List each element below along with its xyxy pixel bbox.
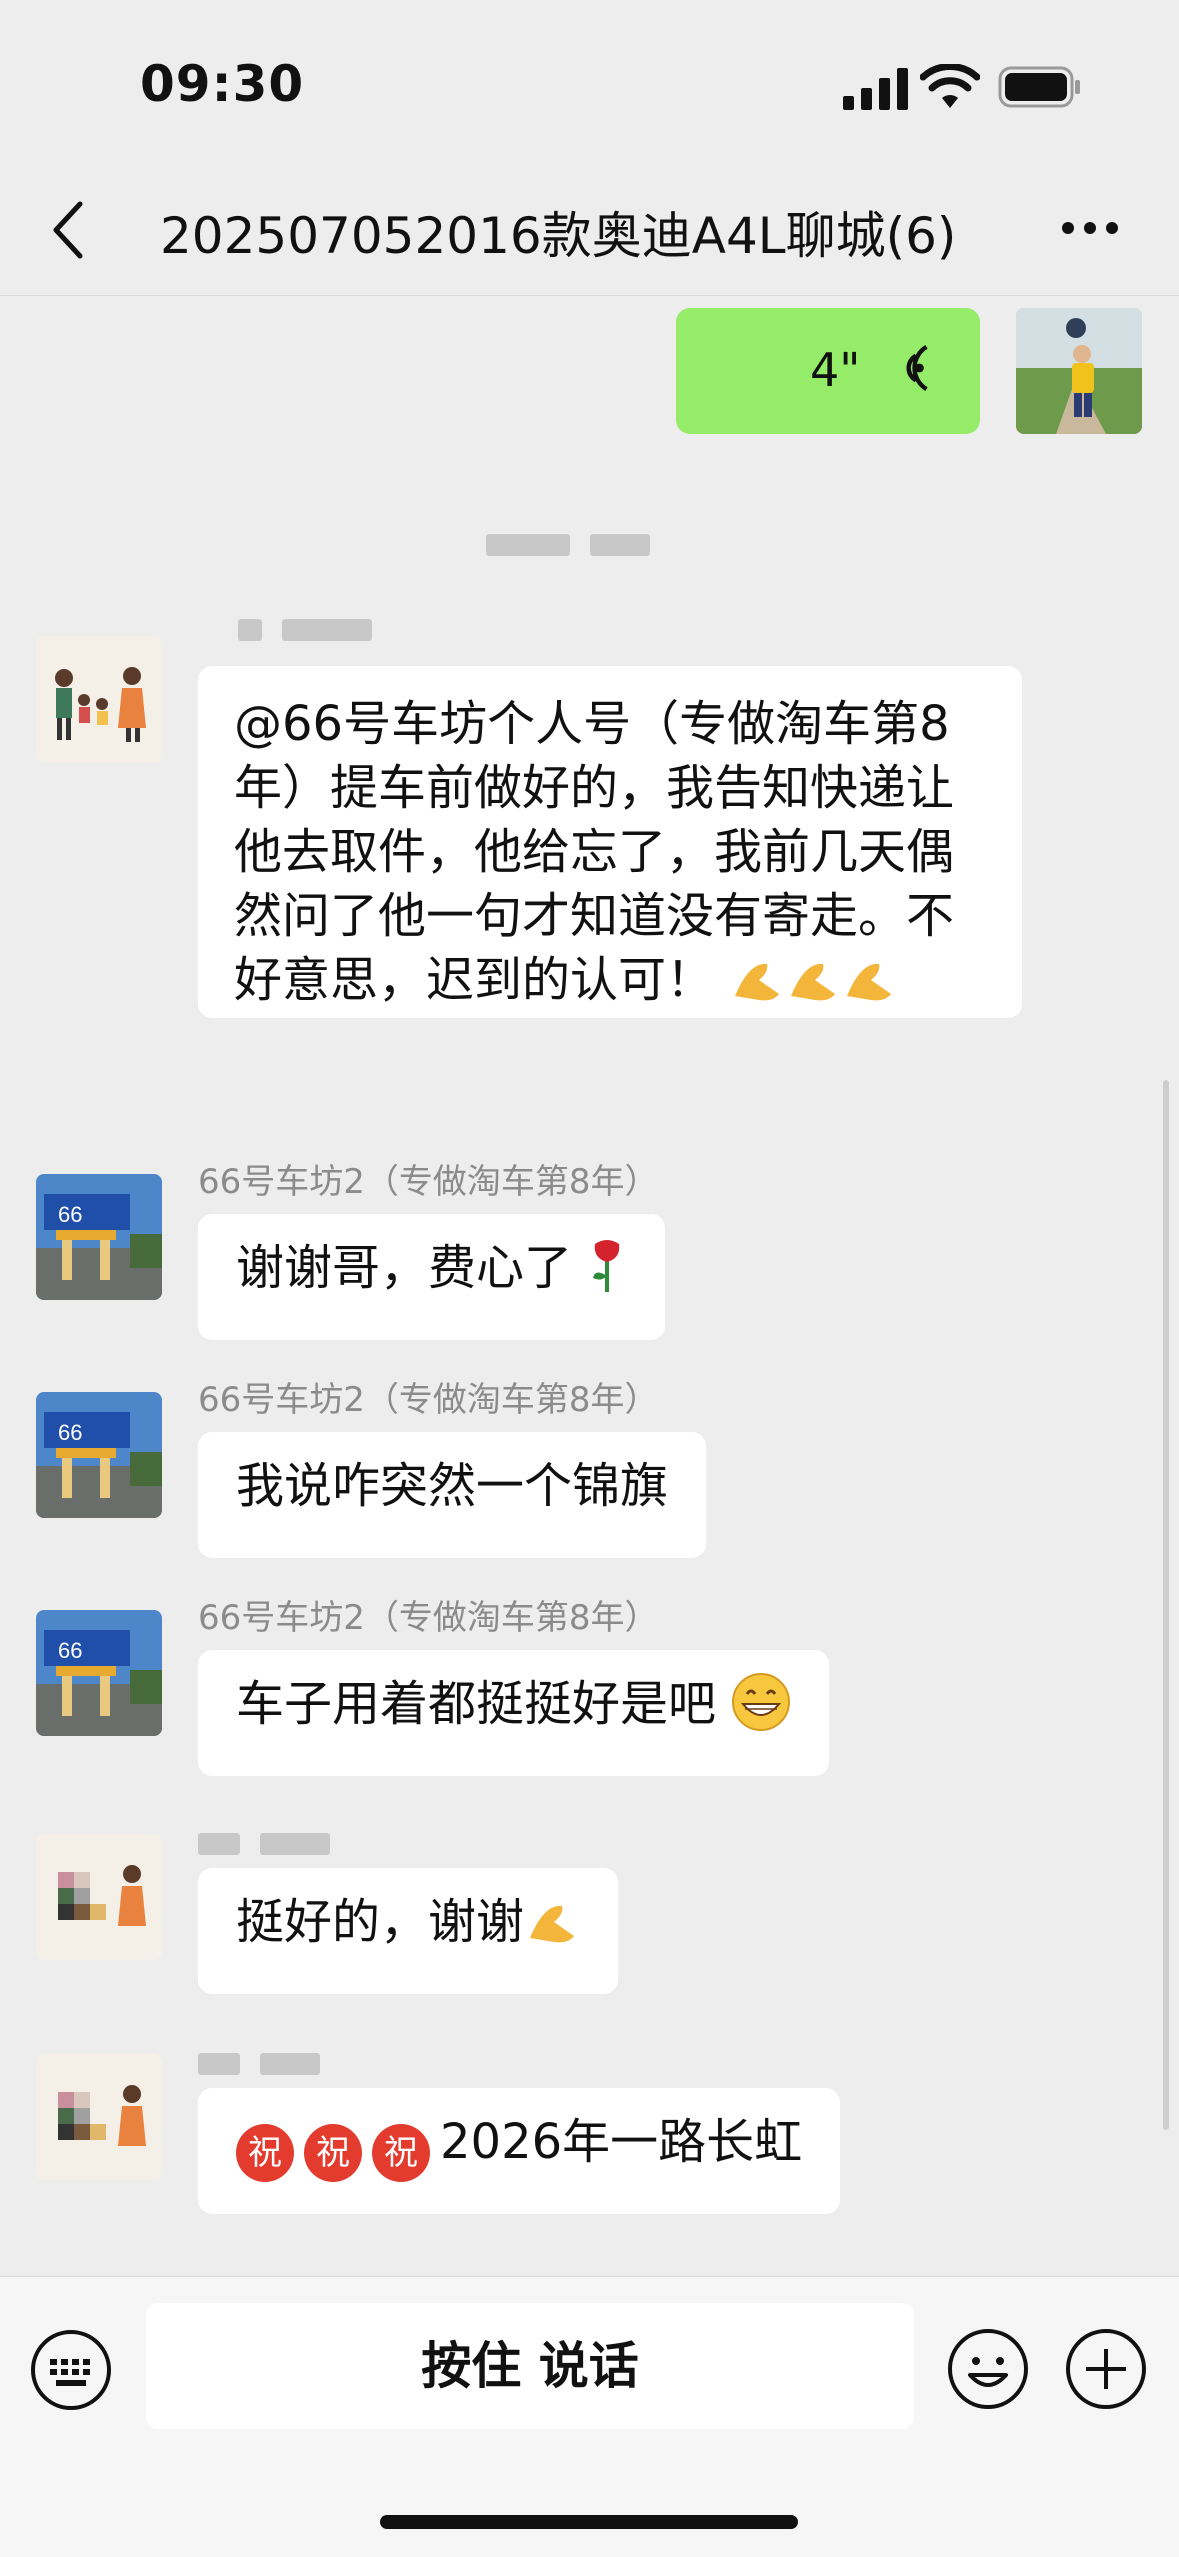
rose-icon: [593, 1240, 620, 1292]
message-text: 车子用着都挺挺好是吧: [236, 1676, 717, 1732]
folded-hands-icon: [530, 1905, 575, 1943]
chat-title: 202507052016款奥迪A4L聊城(6): [160, 207, 957, 265]
status-time: 09:30: [140, 55, 305, 113]
sender-name: 66号车坊2（专做淘车第8年）: [198, 1598, 659, 1638]
sender-avatar[interactable]: [36, 2054, 162, 2180]
wifi-icon: [920, 64, 980, 108]
emoji-icon[interactable]: [946, 2327, 1030, 2411]
message-list[interactable]: 4" @66号车坊个人号（专做淘车第8年）提车前做好的，我告知快递让他去取件，他…: [0, 296, 1179, 2276]
message-bubble[interactable]: 挺好的，谢谢: [198, 1868, 619, 1994]
redacted-sender-name: [238, 608, 392, 648]
sender-avatar[interactable]: 66: [36, 1392, 162, 1518]
sender-avatar[interactable]: 66: [36, 1610, 162, 1736]
input-bar: 按住 说话: [0, 2276, 1179, 2557]
cellular-signal-icon: [843, 68, 908, 110]
sender-avatar[interactable]: [36, 1834, 162, 1960]
message-text: 2026年一路长虹: [440, 2114, 803, 2170]
svg-text:66: 66: [58, 1420, 82, 1445]
my-avatar[interactable]: [1016, 308, 1142, 434]
redacted-sender-name: [198, 2042, 340, 2082]
hold-to-talk-button[interactable]: 按住 说话: [146, 2303, 914, 2429]
status-bar: 09:30: [0, 0, 1179, 170]
redacted-system-notice: [486, 534, 670, 556]
zhu-emoji-icon: 祝: [372, 2124, 430, 2182]
svg-text:66: 66: [58, 1202, 82, 1227]
folded-hands-icon: [714, 952, 897, 1008]
sender-avatar[interactable]: [36, 636, 162, 762]
zhu-emoji-icon: 祝: [304, 2124, 362, 2182]
message-text: 谢谢哥，费心了: [236, 1240, 573, 1296]
chat-header: 202507052016款奥迪A4L聊城(6): [0, 170, 1179, 296]
voice-wave-icon: [906, 344, 928, 392]
zhu-emoji-icon: 祝: [236, 2124, 294, 2182]
add-icon[interactable]: [1064, 2327, 1148, 2411]
message-bubble[interactable]: 谢谢哥，费心了: [198, 1214, 666, 1340]
sender-name: 66号车坊2（专做淘车第8年）: [198, 1162, 659, 1202]
sender-avatar[interactable]: 66: [36, 1174, 162, 1300]
message-bubble[interactable]: 车子用着都挺挺好是吧: [198, 1650, 830, 1776]
message-bubble[interactable]: @66号车坊个人号（专做淘车第8年）提车前做好的，我告知快递让他去取件，他给忘了…: [198, 666, 1022, 1018]
svg-text:66: 66: [58, 1638, 82, 1663]
more-options-icon[interactable]: [1060, 218, 1120, 238]
message-bubble[interactable]: 我说咋突然一个锦旗: [198, 1432, 707, 1558]
voice-duration: 4": [810, 343, 861, 397]
battery-icon: [998, 66, 1080, 108]
keyboard-icon[interactable]: [30, 2329, 112, 2411]
home-indicator[interactable]: [380, 2515, 798, 2529]
voice-message[interactable]: 4": [676, 308, 980, 434]
sender-name: 66号车坊2（专做淘车第8年）: [198, 1380, 659, 1420]
message-bubble[interactable]: 祝祝祝 2026年一路长虹: [198, 2088, 841, 2214]
message-text: 挺好的，谢谢: [236, 1894, 525, 1950]
back-arrow-icon[interactable]: [48, 200, 88, 260]
scrollbar[interactable]: [1163, 1080, 1169, 2130]
redacted-sender-name: [198, 1822, 350, 1862]
grinning-face-icon: [732, 1673, 791, 1731]
